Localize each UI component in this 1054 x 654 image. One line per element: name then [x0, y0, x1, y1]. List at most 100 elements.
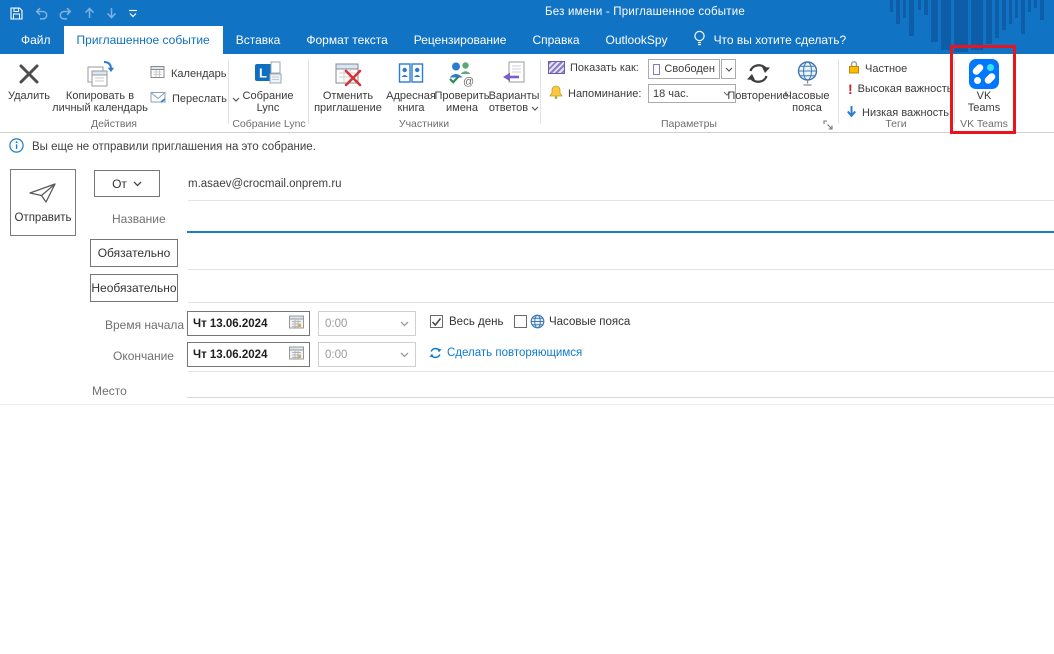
customize-qat-icon[interactable]: [128, 9, 138, 18]
show-as-select[interactable]: Свободен: [648, 59, 720, 79]
tab-review[interactable]: Рецензирование: [401, 26, 520, 54]
group-separator: [1014, 59, 1015, 124]
show-as-value: Свободен: [664, 63, 715, 75]
lightbulb-icon: [693, 30, 706, 50]
all-day-checkbox[interactable]: [430, 315, 443, 328]
calendar-label: Календарь: [171, 67, 227, 80]
tell-me-label: Что вы хотите сделать?: [713, 33, 847, 47]
high-importance-button[interactable]: ! Высокая важность: [848, 81, 953, 97]
lync-meeting-label: Собрание Lync: [242, 90, 294, 115]
address-book-label: Адресная книга: [386, 90, 436, 115]
group-label-tags: Теги: [885, 118, 907, 130]
send-button[interactable]: Отправить: [10, 169, 76, 236]
optional-attendees-button[interactable]: Необязательно: [90, 274, 178, 302]
group-label-lync: Собрание Lync: [232, 118, 306, 130]
show-as-label: Показать как:: [570, 61, 639, 74]
globe-icon: [794, 57, 821, 90]
tab-file[interactable]: Файл: [8, 26, 64, 54]
from-address-field[interactable]: m.asaev@crocmail.onprem.ru: [188, 178, 342, 190]
from-button[interactable]: От: [94, 170, 160, 197]
date-picker-icon[interactable]: [289, 346, 304, 363]
reminder-label: Напоминание:: [568, 87, 642, 100]
group-separator: [308, 59, 309, 124]
group-label-actions: Действия: [90, 118, 137, 130]
optional-label: Необязательно: [91, 281, 177, 295]
copy-to-personal-calendar-label: Копировать в личный календарь: [52, 90, 148, 115]
redo-icon[interactable]: [59, 7, 73, 20]
tab-outlookspy[interactable]: OutlookSpy: [593, 26, 681, 54]
response-options-button[interactable]: Варианты ответов: [488, 57, 540, 115]
info-icon: [9, 137, 24, 156]
move-down-icon[interactable]: [106, 7, 117, 19]
envelope-forward-icon: [150, 91, 167, 107]
time-zones-label: Часовые пояса: [784, 90, 830, 115]
cancel-invitation-label: Отменить приглашение: [314, 90, 382, 115]
check-names-label: Проверить имена: [434, 90, 490, 115]
end-date-picker[interactable]: Чт 13.06.2024: [187, 342, 310, 367]
reminder-row: Напоминание:: [549, 85, 641, 102]
calendar-button[interactable]: Календарь: [150, 65, 227, 82]
location-field[interactable]: [187, 397, 1054, 398]
response-options-label: Варианты ответов: [488, 90, 540, 115]
chevron-down-icon: [133, 181, 142, 186]
lync-icon: L: [253, 57, 283, 90]
start-time-select[interactable]: 0:00: [318, 311, 416, 336]
end-date-value: Чт 13.06.2024: [193, 348, 268, 361]
private-button[interactable]: Частное: [848, 60, 907, 77]
address-book-icon: [397, 57, 425, 90]
delete-x-icon: [17, 57, 41, 90]
time-zones-checkbox[interactable]: [514, 315, 527, 328]
time-zones-checkbox-label: Часовые пояса: [549, 316, 631, 328]
vk-teams-button-label: VK Teams: [967, 90, 1001, 115]
check-icon: [431, 317, 442, 326]
move-up-icon[interactable]: [84, 7, 95, 19]
title-label: Название: [112, 212, 166, 226]
reminder-bell-icon: [549, 85, 563, 102]
high-importance-icon: !: [848, 81, 853, 97]
copy-calendar-icon: [85, 57, 115, 90]
vk-teams-button[interactable]: VK Teams: [960, 57, 1008, 115]
tab-help[interactable]: Справка: [519, 26, 592, 54]
show-as-icon: [548, 61, 565, 74]
group-separator: [954, 59, 955, 124]
undo-icon[interactable]: [34, 7, 48, 20]
copy-to-personal-calendar-button[interactable]: Копировать в личный календарь: [52, 57, 148, 115]
globe-small-icon: [530, 314, 545, 334]
delete-button[interactable]: Удалить: [6, 57, 52, 102]
address-book-button[interactable]: Адресная книга: [386, 57, 436, 115]
ribbon-tabs: Файл Приглашенное событие Вставка Формат…: [0, 26, 858, 54]
save-icon[interactable]: [10, 6, 23, 20]
calendar-icon: [150, 65, 166, 82]
optional-field[interactable]: [188, 302, 1054, 303]
required-attendees-button[interactable]: Обязательно: [90, 239, 178, 267]
forward-button[interactable]: Переслать: [150, 91, 240, 107]
info-message: Вы еще не отправили приглашения на это с…: [32, 140, 316, 153]
group-label-options: Параметры: [661, 118, 717, 130]
cancel-invitation-button[interactable]: Отменить приглашение: [312, 57, 384, 115]
all-day-label: Весь день: [449, 316, 504, 328]
start-date-value: Чт 13.06.2024: [193, 317, 268, 330]
svg-text:@: @: [463, 76, 474, 87]
time-zones-button[interactable]: Часовые пояса: [780, 57, 834, 115]
check-names-button[interactable]: @ Проверить имена: [434, 57, 490, 115]
tab-format-text[interactable]: Формат текста: [293, 26, 400, 54]
title-field[interactable]: [187, 231, 1054, 233]
start-date-picker[interactable]: Чт 13.06.2024: [187, 311, 310, 336]
group-label-attendees: Участники: [398, 118, 450, 130]
end-time-select[interactable]: 0:00: [318, 342, 416, 367]
required-field[interactable]: [188, 269, 1054, 270]
location-label: Место: [92, 384, 127, 398]
from-field-underline: [188, 200, 1054, 201]
high-importance-label: Высокая важность: [857, 83, 953, 95]
date-picker-icon[interactable]: [289, 315, 304, 332]
reminder-select[interactable]: 18 час.: [648, 84, 736, 103]
tab-insert[interactable]: Вставка: [223, 26, 294, 54]
tell-me-box[interactable]: Что вы хотите сделать?: [681, 26, 859, 54]
lync-meeting-button[interactable]: L Собрание Lync: [233, 57, 303, 115]
tab-invited-event[interactable]: Приглашенное событие: [63, 26, 223, 54]
make-recurring-link[interactable]: Сделать повторяющимся: [447, 347, 582, 359]
check-names-icon: @: [447, 57, 477, 90]
from-label: От: [112, 176, 127, 191]
lock-icon: [848, 60, 860, 77]
recurrence-icon: [745, 57, 772, 90]
